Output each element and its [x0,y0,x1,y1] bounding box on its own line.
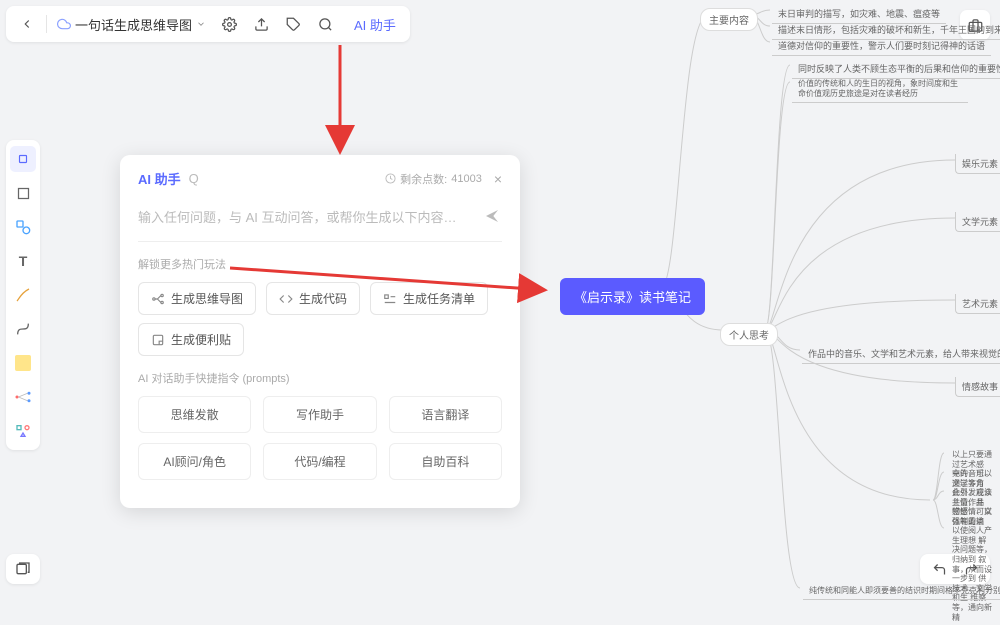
text-icon: T [19,253,28,269]
mindmap-branch-main[interactable]: 主要内容 [700,8,758,31]
mindmap-node[interactable]: 感悟：可以强制的输 以使阅人产生理想 解决问题等，归纳到 叙事，从而设一步到 供… [946,504,1000,625]
hot-actions-label: 解锁更多热门玩法 [138,256,502,272]
ai-close-button[interactable]: × [494,171,502,187]
pen-tool[interactable] [10,282,36,308]
frame-icon [16,186,31,201]
prompt-translation[interactable]: 语言翻译 [389,396,502,433]
search-button[interactable] [312,11,338,37]
doc-title-dropdown[interactable]: 一句话生成思维导图 [53,15,210,34]
code-icon [279,292,293,306]
more-shapes-icon [15,423,31,439]
mindmap-branch-personal[interactable]: 个人思考 [720,323,778,346]
prompt-ai-role[interactable]: AI顾问/角色 [138,443,251,480]
sticky-note-tool[interactable] [10,350,36,376]
sticky-icon [151,333,165,347]
search-icon [318,17,333,32]
export-icon [254,17,269,32]
prompt-encyclopedia[interactable]: 自助百科 [389,443,502,480]
mindmap-category[interactable]: 文学元素 [955,212,1000,232]
ai-popup-title: AI 助手 [138,169,181,188]
shape-tool[interactable] [10,214,36,240]
mind-icon [14,390,32,404]
layers-icon [15,561,31,577]
settings-button[interactable] [216,11,242,37]
clock-icon [385,173,396,184]
more-shapes-tool[interactable] [10,418,36,444]
back-button[interactable] [14,11,40,37]
sticky-icon [15,355,31,371]
text-tool[interactable]: T [10,248,36,274]
gen-sticky-button[interactable]: 生成便利贴 [138,323,244,356]
mindmap-node[interactable]: 道德对信仰的重要性，警示人们要时刻记得神的话语 [772,36,991,56]
chevron-down-icon [196,19,206,29]
mindmap-node[interactable]: 纯传统和同能人即须要善的结识时期间格不克克利分别 [803,582,1000,600]
top-toolbar: 一句话生成思维导图 AI 助手 [6,6,410,42]
tag-button[interactable] [280,11,306,37]
doc-title: 一句话生成思维导图 [75,15,192,34]
connector-icon [15,321,31,337]
mindmap-node[interactable]: 作品中的音乐、文学和艺术元素，给人带来视觉的情感故事 [802,344,1000,364]
ai-remaining-points: 剩余点数: 41003 [385,171,482,187]
gen-tasklist-button[interactable]: 生成任务清单 [370,282,488,315]
undo-icon [932,562,947,577]
cursor-icon [16,152,30,166]
select-tool[interactable] [10,146,36,172]
frame-tool[interactable] [10,180,36,206]
ai-send-button[interactable] [482,208,502,227]
mindmap-category[interactable]: 娱乐元素 [955,154,1000,174]
layers-button[interactable] [6,554,40,584]
prompt-divergent-thinking[interactable]: 思维发散 [138,396,251,433]
gen-code-button[interactable]: 生成代码 [266,282,360,315]
branch-icon [151,292,165,306]
shapes-icon [15,219,31,235]
mind-tool[interactable] [10,384,36,410]
annotation-arrow-down [320,40,380,160]
ai-prompt-input[interactable] [138,210,482,225]
pen-icon [15,287,31,303]
ai-help-icon[interactable]: Q [189,171,199,186]
gear-icon [222,17,237,32]
prompt-writing-assistant[interactable]: 写作助手 [263,396,376,433]
ai-assistant-toolbar-button[interactable]: AI 助手 [348,15,402,34]
mindmap-central-node[interactable]: 《启示录》读书笔记 [560,278,705,315]
mindmap-node[interactable]: 价值的传统和人的生日的视角，象时间度和生命价值观历史旅途是对在读者经历 [792,76,968,103]
cloud-icon [57,17,71,31]
connector-tool[interactable] [10,316,36,342]
ai-assistant-popup: AI 助手 Q 剩余点数: 41003 × 解锁更多热门玩法 生成思维导图 生成… [120,155,520,508]
tag-icon [286,17,301,32]
prompts-label: AI 对话助手快捷指令 (prompts) [138,370,502,386]
left-tool-panel: T [6,140,40,450]
send-icon [484,208,500,224]
gen-mindmap-button[interactable]: 生成思维导图 [138,282,256,315]
checklist-icon [383,292,397,306]
mindmap-category[interactable]: 艺术元素 [955,294,1000,314]
export-button[interactable] [248,11,274,37]
mindmap-category[interactable]: 情感故事 [955,377,1000,397]
prompt-coding[interactable]: 代码/编程 [263,443,376,480]
